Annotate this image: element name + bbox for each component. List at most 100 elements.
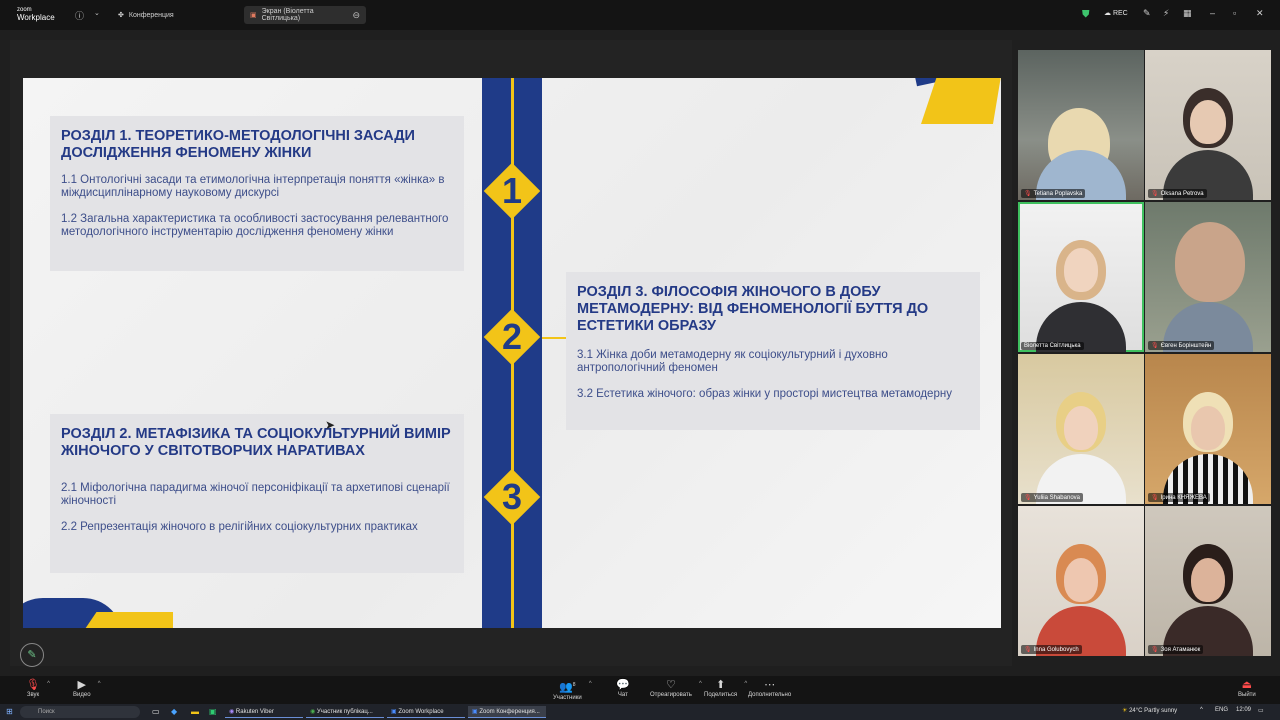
- leave-button[interactable]: ⏏ Выйти: [1238, 678, 1256, 698]
- tab-options-icon[interactable]: ⊖: [352, 10, 360, 21]
- meeting-toolbar: 🎙 Звук ^ ▶ Видео ^ 👥8 Участники ^ 💬 Чат …: [0, 676, 1280, 704]
- excel-icon[interactable]: ▣: [209, 707, 217, 716]
- participants-options-icon[interactable]: ^: [589, 681, 592, 687]
- logo-line2: Workplace: [17, 13, 55, 22]
- taskbar-app-zoom-meeting[interactable]: ▣ Zoom Конференция...: [468, 706, 546, 718]
- more-icon: ⋯: [764, 679, 776, 691]
- participant-face: [1064, 558, 1098, 602]
- participant-tile[interactable]: 🎙 Yuliia Shabanova: [1018, 354, 1144, 504]
- task-view-icon[interactable]: ▭: [152, 707, 160, 716]
- connector-line: [542, 337, 566, 339]
- leave-label: Выйти: [1238, 692, 1256, 698]
- windows-start-icon[interactable]: ⊞: [6, 707, 13, 716]
- record-indicator[interactable]: ☁ REC: [1104, 9, 1128, 17]
- chat-button[interactable]: 💬 Чат: [616, 678, 630, 698]
- participants-button[interactable]: 👥8 Участники ^: [553, 678, 592, 701]
- participant-face: [1064, 248, 1098, 292]
- vscode-icon[interactable]: ◆: [171, 707, 177, 716]
- audio-button[interactable]: 🎙 Звук ^: [26, 678, 50, 698]
- corner-decor-yellow-bottom: [83, 612, 173, 628]
- tab-conference[interactable]: ✤ Конференция: [112, 6, 180, 24]
- participant-tile-active-speaker[interactable]: Віолетта Світлицька: [1018, 202, 1144, 352]
- taskbar-app-zoom-workplace[interactable]: ▣ Zoom Workplace: [387, 706, 465, 718]
- section-number-3: 3: [501, 476, 523, 517]
- participant-name: 🎙 Євген Борінштейн: [1148, 341, 1215, 350]
- participants-label: Участники: [553, 694, 582, 701]
- layout-icon[interactable]: ▦: [1183, 8, 1192, 19]
- language-indicator[interactable]: ENG: [1215, 707, 1228, 713]
- participant-gallery: 🎙 Tetiana Poplavska 🎙 Oksana Petrova Віоле…: [1018, 50, 1272, 658]
- pencil-icon[interactable]: ✎: [1143, 8, 1151, 19]
- section-3-item-1: 3.1 Жінка доби метамодерну як соціокульт…: [577, 349, 888, 374]
- apps-icon[interactable]: ⚡: [1163, 8, 1169, 19]
- section-3-box: РОЗДІЛ 3. ФІЛОСОФІЯ ЖІНОЧОГО В ДОБУ МЕТА…: [566, 272, 980, 430]
- mic-muted-icon: 🎙: [26, 679, 40, 691]
- video-label: Видео: [73, 692, 91, 698]
- taskbar-search-input[interactable]: Поиск: [20, 706, 140, 718]
- maximize-icon[interactable]: ▫: [1233, 8, 1236, 18]
- participant-tile[interactable]: 🎙 Ірина КНЯЖЕВА: [1145, 354, 1271, 504]
- audio-options-icon[interactable]: ^: [47, 681, 50, 687]
- mic-muted-icon: 🎙: [1151, 191, 1159, 197]
- participant-tile[interactable]: 🎙 Зоя Атаманюк: [1145, 506, 1271, 656]
- participants-icon: 👥8: [559, 681, 576, 694]
- section-1-title: РОЗДІЛ 1. ТЕОРЕТИКО-МЕТОДОЛОГІЧНІ ЗАСАДИ…: [61, 128, 415, 161]
- participant-name: 🎙 Tetiana Poplavska: [1021, 189, 1086, 198]
- participant-tile[interactable]: 🎙 Oksana Petrova: [1145, 50, 1271, 200]
- os-taskbar: ⊞ ⌕ Поиск ▭ ◆ ▬ ▣ ◉ Rakuten Viber ◉ Учас…: [0, 704, 1280, 720]
- section-1-item-2: 1.2 Загальна характеристика та особливос…: [61, 213, 449, 238]
- more-button[interactable]: ⋯ Дополнительно: [748, 678, 791, 698]
- share-options-icon[interactable]: ^: [744, 681, 747, 687]
- participant-name: 🎙 Зоя Атаманюк: [1148, 645, 1204, 654]
- section-number-1: 1: [501, 170, 523, 211]
- file-explorer-icon[interactable]: ▬: [191, 707, 199, 716]
- info-icon[interactable]: ⓘ: [75, 9, 84, 22]
- close-icon[interactable]: ✕: [1256, 8, 1264, 19]
- taskbar-app-viber[interactable]: ◉ Rakuten Viber: [225, 706, 303, 718]
- weather-widget[interactable]: ☀ 24°C Partly sunny: [1122, 707, 1177, 714]
- section-2-item-2: 2.2 Репрезентація жіночого в релігійних …: [61, 521, 418, 533]
- notification-icon[interactable]: ▭: [1258, 707, 1264, 714]
- participant-silhouette: [1175, 222, 1245, 302]
- react-label: Отреагировать: [650, 692, 692, 698]
- participants-count: 8: [572, 682, 576, 688]
- clock[interactable]: 12:09: [1236, 707, 1251, 713]
- mic-muted-icon: 🎙: [1151, 647, 1159, 653]
- zoom-logo: zoom Workplace: [17, 7, 55, 22]
- mic-muted-icon: 🎙: [1151, 343, 1159, 349]
- tab-screen-share[interactable]: ▣ Экран (Віолетта Світлицька) ⊖: [244, 6, 366, 24]
- taskbar-app-browser[interactable]: ◉ Участник публікац...: [306, 706, 384, 718]
- react-options-icon[interactable]: ^: [699, 681, 702, 687]
- section-2-item-1: 2.1 Міфологічна парадигма жіночої персон…: [61, 482, 450, 507]
- search-placeholder: Поиск: [38, 709, 55, 715]
- audio-label: Звук: [26, 692, 40, 698]
- more-label: Дополнительно: [748, 692, 792, 698]
- annotate-pen-button[interactable]: ✎: [20, 643, 44, 667]
- participant-name: 🎙 Inna Golubovych: [1021, 645, 1082, 654]
- react-button[interactable]: ♡ Отреагировать ^: [650, 678, 702, 698]
- mic-muted-icon: 🎙: [1024, 495, 1032, 501]
- share-label: Поделиться: [704, 692, 738, 698]
- video-button[interactable]: ▶ Видео ^: [73, 678, 101, 698]
- participant-face: [1064, 406, 1098, 450]
- share-button[interactable]: ⬆ Поделиться ^: [704, 678, 747, 698]
- video-camera-icon: ▶: [77, 679, 86, 691]
- mic-muted-icon: 🎙: [1024, 191, 1032, 197]
- tray-chevron-icon[interactable]: ^: [1200, 707, 1203, 713]
- leave-icon: ⏏: [1241, 679, 1253, 691]
- section-number-2: 2: [501, 316, 523, 357]
- tab-screen-label: Экран (Віолетта Світлицька): [261, 8, 314, 22]
- section-2-title: РОЗДІЛ 2. МЕТАФІЗИКА ТА СОЦІОКУЛЬТУРНИЙ …: [61, 426, 451, 459]
- participant-tile[interactable]: 🎙 Tetiana Poplavska: [1018, 50, 1144, 200]
- participant-tile[interactable]: 🎙 Inna Golubovych: [1018, 506, 1144, 656]
- sun-icon: ☀: [1122, 708, 1128, 714]
- minimize-icon[interactable]: –: [1210, 8, 1215, 18]
- video-options-icon[interactable]: ^: [98, 681, 101, 687]
- mouse-cursor-icon: ➤: [325, 418, 336, 432]
- share-screen-icon: ⬆: [715, 679, 726, 691]
- participant-tile[interactable]: 🎙 Євген Борінштейн: [1145, 202, 1271, 352]
- shield-icon[interactable]: ⛊: [1082, 9, 1090, 20]
- section-2-box: РОЗДІЛ 2. МЕТАФІЗИКА ТА СОЦІОКУЛЬТУРНИЙ …: [50, 414, 464, 573]
- tab-conference-label: Конференция: [128, 11, 174, 19]
- chevron-down-icon[interactable]: ⌄: [94, 9, 100, 17]
